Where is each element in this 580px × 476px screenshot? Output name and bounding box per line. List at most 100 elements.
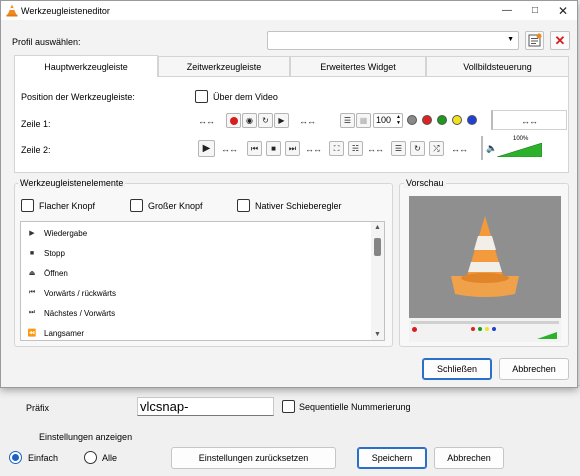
spacer-icon: ↔↔ bbox=[198, 116, 215, 126]
slower-icon: ⏪ bbox=[27, 330, 37, 337]
spin-arrows-icon: ▲ ▼ bbox=[396, 114, 401, 126]
row1-toolbar[interactable]: ↔↔ ◉ ↻ ▶ ↔↔ ☰ ▦ 100 ▲ ▼ ↔↔ bbox=[196, 110, 567, 133]
bg-cancel-button[interactable]: Abbrechen bbox=[434, 447, 504, 469]
list-item[interactable]: ■ Stopp bbox=[25, 243, 65, 263]
vlc-logo-icon bbox=[6, 4, 18, 17]
elements-title: Werkzeugleistenelemente bbox=[18, 178, 126, 188]
close-button[interactable]: Schließen bbox=[422, 358, 492, 380]
volume-widget[interactable]: 🔈 100% bbox=[481, 136, 553, 160]
snapshot-icon[interactable]: ◉ bbox=[242, 113, 257, 128]
volume-slider[interactable] bbox=[497, 143, 542, 157]
playlist-icon[interactable]: ☰ bbox=[340, 113, 355, 128]
tab-time-toolbar[interactable]: Zeitwerkzeugleiste bbox=[158, 56, 290, 77]
preview-red-dot-icon bbox=[471, 327, 475, 331]
preview-seekbar bbox=[411, 321, 559, 324]
minimize-icon[interactable]: — bbox=[493, 1, 521, 20]
tab-extended-widget[interactable]: Erweitertes Widget bbox=[290, 56, 426, 77]
stop-icon: ■ bbox=[29, 249, 35, 257]
row1-label: Zeile 1: bbox=[21, 119, 51, 129]
spacer-icon: ↔↔ bbox=[367, 144, 384, 154]
new-profile-button[interactable] bbox=[525, 31, 544, 50]
spacer-icon: ↔↔ bbox=[451, 144, 468, 154]
tab-fullscreen-controls[interactable]: Vollbildsteuerung bbox=[426, 56, 569, 77]
row1-spacer-area: ↔↔ bbox=[491, 110, 567, 130]
skip-icon: ⏭ bbox=[28, 309, 36, 316]
volume-value: 100% bbox=[513, 136, 529, 142]
close-icon[interactable]: ✕ bbox=[549, 1, 577, 20]
stop-icon[interactable]: ■ bbox=[266, 141, 281, 156]
spacer-icon: ↔↔ bbox=[305, 144, 322, 154]
all-radio[interactable] bbox=[84, 451, 97, 464]
fullscreen-icon[interactable]: ⛶ bbox=[329, 141, 344, 156]
tab-main-toolbar[interactable]: Hauptwerkzeugleiste bbox=[14, 55, 158, 77]
shuffle-icon[interactable]: ⤮ bbox=[429, 141, 444, 156]
speed-spinbox[interactable]: 100 ▲ ▼ bbox=[373, 113, 403, 128]
row2-toolbar[interactable]: ▶ ↔↔ ⏮ ■ ⏭ ↔↔ ⛶ ☵ ↔↔ ☰ ↻ ⤮ ↔↔ 🔈 100% bbox=[196, 136, 556, 160]
preview-controls bbox=[409, 318, 561, 342]
scroll-up-icon[interactable]: ▲ bbox=[374, 224, 381, 231]
row1-group-a: ◉ ↻ ▶ bbox=[226, 113, 310, 130]
green-dot-icon[interactable] bbox=[437, 115, 447, 125]
equalizer-icon[interactable]: ☵ bbox=[348, 141, 363, 156]
big-button-label: Großer Knopf bbox=[148, 201, 203, 211]
elements-list[interactable]: ▶ Wiedergabe ■ Stopp ⏏ Öffnen ⏮ Vorwärts / r… bbox=[20, 221, 385, 341]
simple-radio[interactable] bbox=[9, 451, 22, 464]
delete-icon: ✕ bbox=[554, 33, 566, 48]
chevron-down-icon: ▼ bbox=[507, 36, 514, 43]
simple-label: Einfach bbox=[28, 453, 59, 463]
native-slider-checkbox[interactable] bbox=[237, 199, 250, 212]
seek-icon: ⏮ bbox=[28, 289, 36, 296]
toolbar-editor-dialog: Werkzeugleisteneditor — □ ✕ Profil auswä… bbox=[0, 0, 578, 388]
preview-green-dot-icon bbox=[478, 327, 482, 331]
flat-button-checkbox[interactable] bbox=[21, 199, 34, 212]
red-dot-icon[interactable] bbox=[422, 115, 432, 125]
playlist-toggle-icon[interactable]: ☰ bbox=[391, 141, 406, 156]
loop-icon[interactable]: ↻ bbox=[410, 141, 425, 156]
profile-label: Profil auswählen: bbox=[12, 37, 81, 47]
show-settings-label: Einstellungen anzeigen bbox=[39, 432, 133, 442]
position-label: Position der Werkzeugleiste: bbox=[21, 92, 135, 102]
title-bar: Werkzeugleisteneditor — □ ✕ bbox=[1, 1, 577, 20]
maximize-icon[interactable]: □ bbox=[521, 1, 549, 20]
yellow-dot-icon[interactable] bbox=[452, 115, 462, 125]
previous-icon[interactable]: ⏮ bbox=[247, 141, 262, 156]
cancel-button[interactable]: Abbrechen bbox=[499, 358, 569, 380]
list-item[interactable]: ⏪ Langsamer bbox=[25, 323, 84, 340]
big-button-checkbox[interactable] bbox=[130, 199, 143, 212]
loop-ab-icon[interactable]: ↻ bbox=[258, 113, 273, 128]
profile-select[interactable]: ▼ bbox=[267, 31, 519, 50]
play-button[interactable]: ▶ bbox=[198, 140, 215, 157]
delete-profile-button[interactable]: ✕ bbox=[550, 31, 570, 50]
play-icon: ▶ bbox=[29, 230, 35, 237]
gray-dot-icon[interactable] bbox=[407, 115, 417, 125]
list-item[interactable]: ▶ Wiedergabe bbox=[25, 223, 87, 243]
profile-list-icon bbox=[528, 33, 542, 47]
sequential-label: Sequentielle Nummerierung bbox=[299, 402, 411, 412]
eject-icon: ⏏ bbox=[28, 270, 36, 277]
extended-icon[interactable]: ▦ bbox=[356, 113, 371, 128]
vlc-cone-image bbox=[451, 216, 519, 297]
list-item[interactable]: ⏮ Vorwärts / rückwärts bbox=[25, 283, 116, 303]
row2-label: Zeile 2: bbox=[21, 145, 51, 155]
prefix-input[interactable]: vlcsnap- bbox=[137, 397, 274, 416]
frame-by-frame-icon[interactable]: ▶ bbox=[274, 113, 289, 128]
tab-panel: Position der Werkzeugleiste: Über dem Vi… bbox=[14, 76, 569, 173]
list-scrollbar[interactable]: ▲ ▼ bbox=[371, 222, 384, 340]
blue-dot-icon[interactable] bbox=[467, 115, 477, 125]
next-icon[interactable]: ⏭ bbox=[285, 141, 300, 156]
list-item[interactable]: ⏏ Öffnen bbox=[25, 263, 68, 283]
preview-volume-icon bbox=[537, 332, 557, 339]
all-label: Alle bbox=[102, 453, 118, 463]
preview-record-icon bbox=[412, 327, 417, 332]
scroll-thumb[interactable] bbox=[374, 238, 381, 256]
preferences-window: Präfix vlcsnap- Sequentielle Nummerierun… bbox=[0, 385, 580, 476]
above-video-label: Über dem Video bbox=[213, 92, 278, 102]
list-item[interactable]: ⏭ Nächstes / Vorwärts bbox=[25, 303, 115, 323]
reset-settings-button[interactable]: Einstellungen zurücksetzen bbox=[171, 447, 336, 469]
scroll-down-icon[interactable]: ▼ bbox=[374, 331, 381, 338]
record-button[interactable] bbox=[226, 113, 241, 128]
sequential-checkbox[interactable] bbox=[282, 400, 295, 413]
save-button[interactable]: Speichern bbox=[357, 447, 427, 469]
native-slider-label: Nativer Schieberegler bbox=[255, 201, 342, 211]
above-video-checkbox[interactable] bbox=[195, 90, 208, 103]
